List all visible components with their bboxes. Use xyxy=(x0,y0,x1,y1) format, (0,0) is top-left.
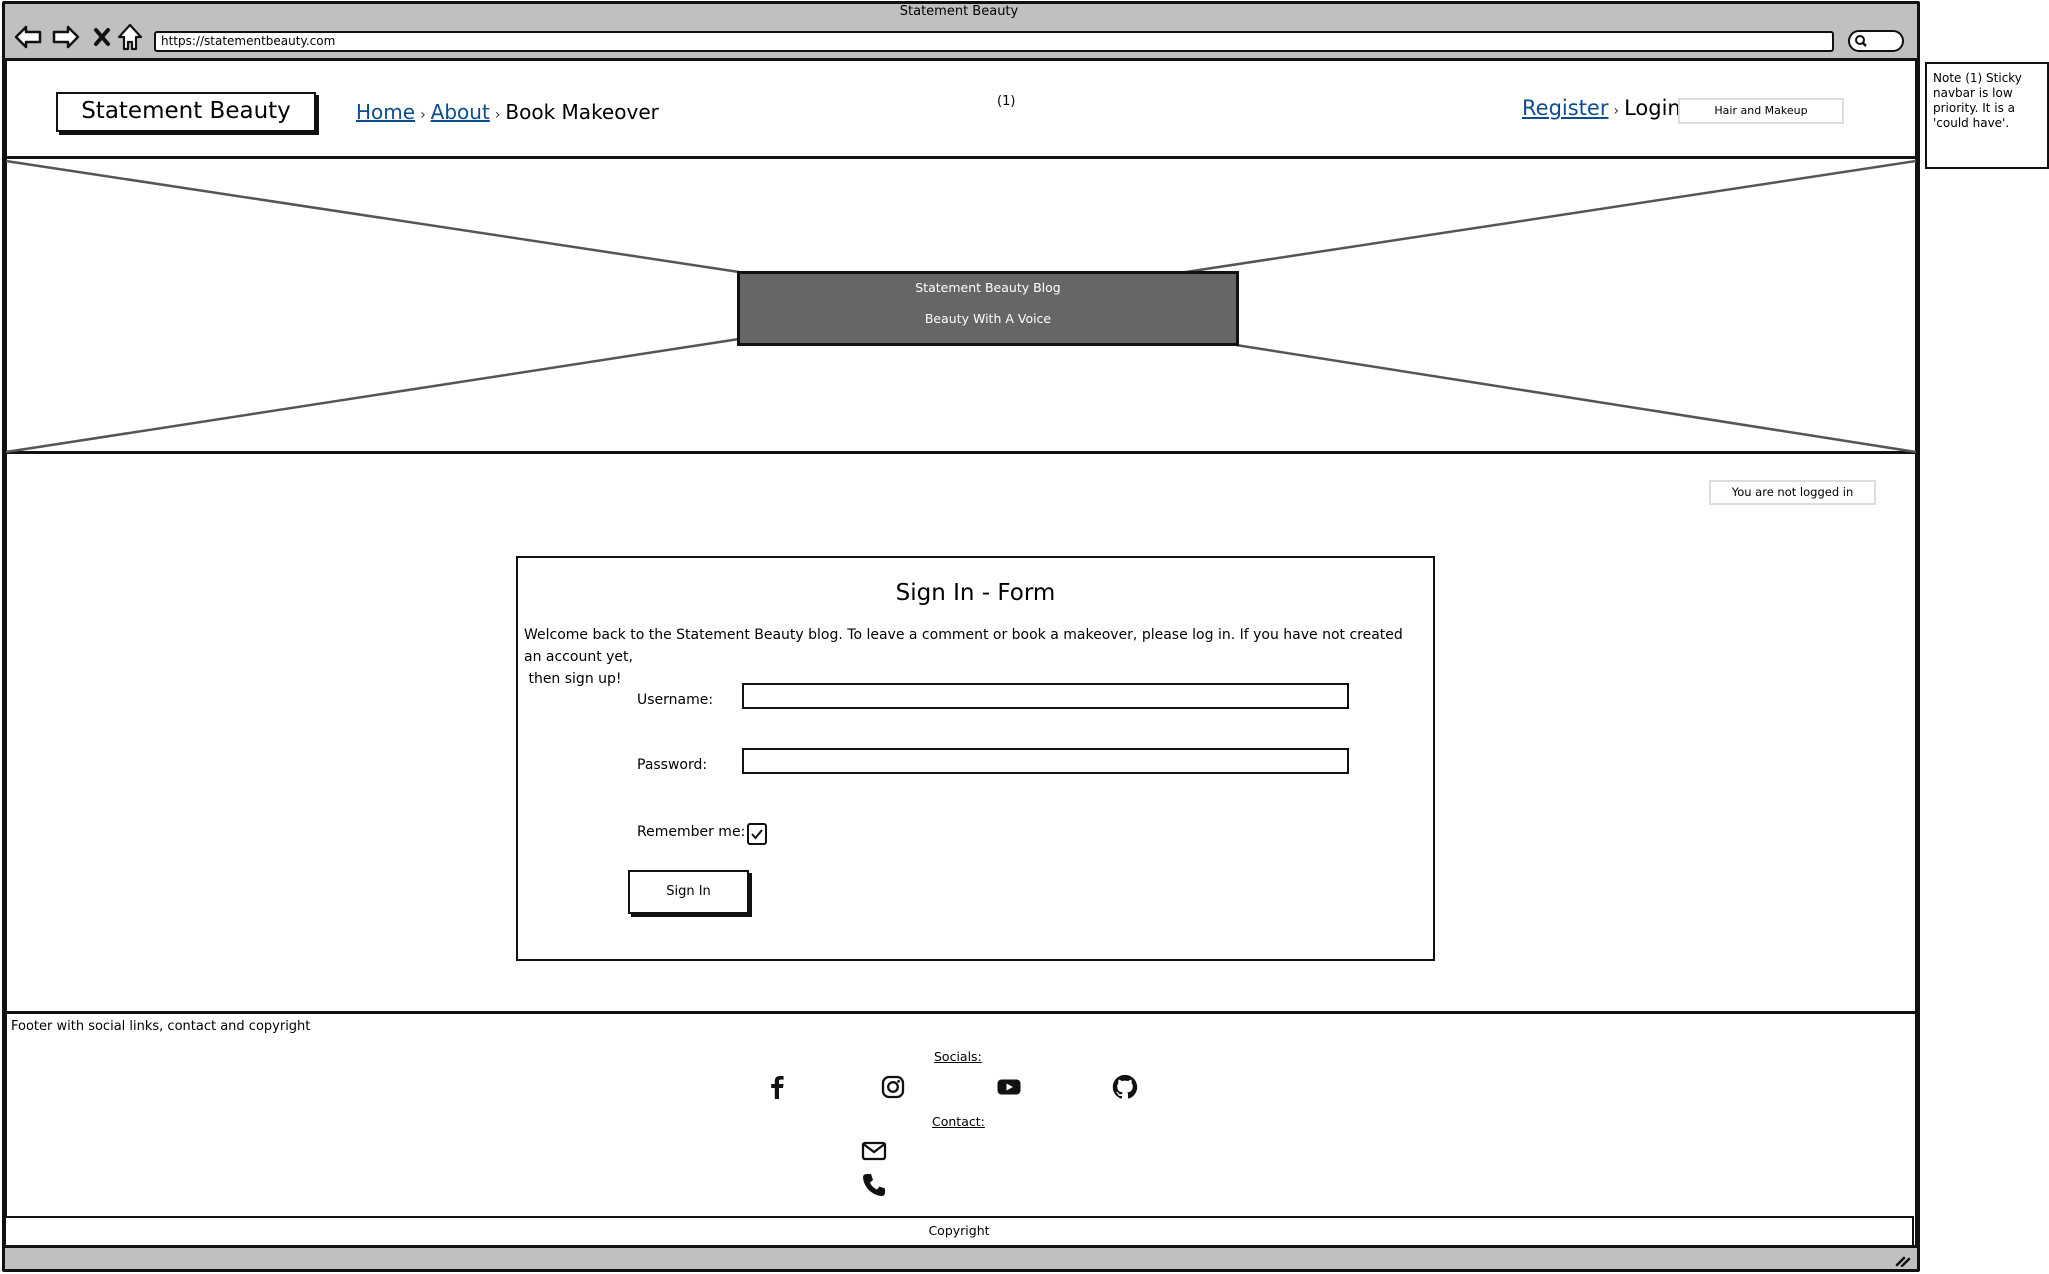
contact-heading: Contact: xyxy=(932,1114,985,1129)
footer-caption: Footer with social links, contact and co… xyxy=(11,1019,311,1034)
hero-banner: Statement Beauty Blog Beauty With A Voic… xyxy=(737,271,1239,346)
socials-heading: Socials: xyxy=(934,1049,982,1064)
email-icon[interactable] xyxy=(861,1138,887,1164)
remember-me-checkbox[interactable] xyxy=(747,823,767,845)
breadcrumb-current-page: Book Makeover xyxy=(505,100,659,124)
login-status-badge: You are not logged in xyxy=(1709,480,1876,505)
github-icon[interactable] xyxy=(1112,1074,1138,1100)
nav-separator: › xyxy=(1613,103,1620,119)
register-link[interactable]: Register xyxy=(1522,96,1608,120)
site-logo[interactable]: Statement Beauty xyxy=(56,92,316,132)
home-icon[interactable] xyxy=(114,22,146,52)
login-link[interactable]: Login xyxy=(1624,96,1681,120)
hero-subtitle: Beauty With A Voice xyxy=(924,311,1052,326)
password-label: Password: xyxy=(637,757,708,773)
resize-grip-icon[interactable] xyxy=(1894,1252,1912,1268)
copyright-bar: Copyright xyxy=(4,1216,1914,1247)
window-title: Statement Beauty xyxy=(899,4,1019,19)
breadcrumb-separator: › xyxy=(420,107,426,123)
breadcrumb: Home › About › Book Makeover xyxy=(356,100,659,124)
username-input[interactable] xyxy=(742,683,1349,709)
youtube-icon[interactable] xyxy=(996,1074,1022,1100)
browser-search-button[interactable] xyxy=(1848,30,1904,52)
signin-form: Sign In - Form Welcome back to the State… xyxy=(516,556,1435,961)
search-icon xyxy=(1855,35,1867,47)
forward-arrow-icon[interactable] xyxy=(50,22,82,52)
phone-icon[interactable] xyxy=(861,1172,887,1198)
back-arrow-icon[interactable] xyxy=(12,22,44,52)
sign-in-button[interactable]: Sign In xyxy=(628,870,749,914)
facebook-icon[interactable] xyxy=(764,1074,790,1100)
remember-me-label: Remember me: xyxy=(637,824,746,840)
url-bar[interactable]: https://statementbeauty.com xyxy=(154,31,1834,52)
hero-title: Statement Beauty Blog xyxy=(915,280,1061,295)
form-title: Sign In - Form xyxy=(895,580,1056,606)
hair-and-makeup-button[interactable]: Hair and Makeup xyxy=(1678,98,1844,124)
footer: Footer with social links, contact and co… xyxy=(4,1011,1918,1217)
form-intro-line: Welcome back to the Statement Beauty blo… xyxy=(524,627,1403,665)
checkmark-icon xyxy=(751,829,763,840)
password-input[interactable] xyxy=(742,748,1349,774)
breadcrumb-about-link[interactable]: About xyxy=(431,100,490,124)
account-nav: Register › Login xyxy=(1522,96,1681,120)
note-marker: (1) xyxy=(997,94,1016,109)
breadcrumb-home-link[interactable]: Home xyxy=(356,100,415,124)
annotation-note: Note (1) Sticky navbar is low priority. … xyxy=(1925,62,2049,169)
form-intro-text: Welcome back to the Statement Beauty blo… xyxy=(524,624,1424,690)
username-label: Username: xyxy=(637,692,714,708)
breadcrumb-separator: › xyxy=(494,107,501,123)
instagram-icon[interactable] xyxy=(880,1074,906,1100)
